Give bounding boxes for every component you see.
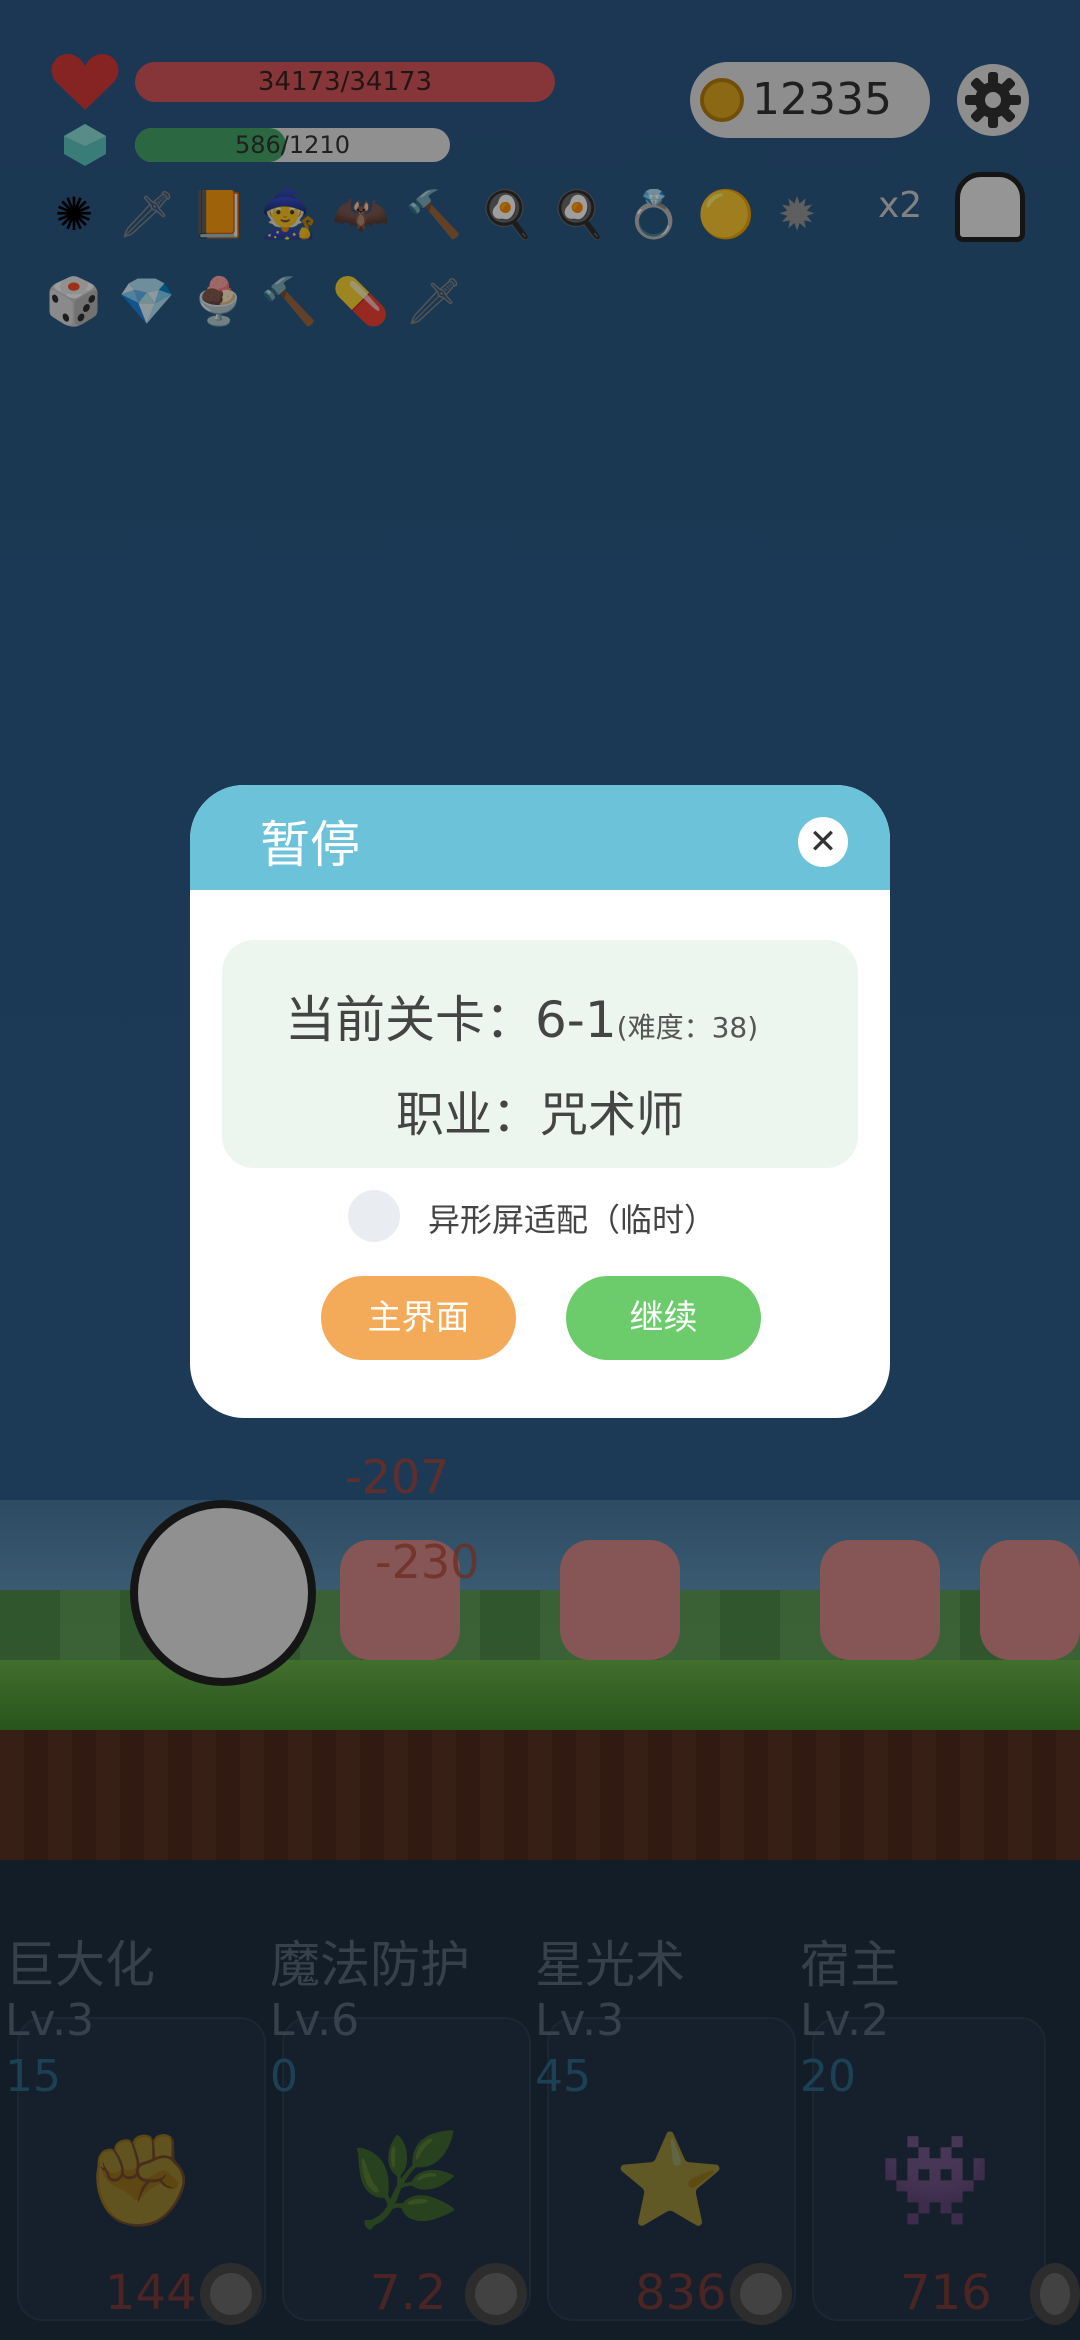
class-label: 职业：咒术师: [395, 1087, 684, 1143]
difficulty-label: (难度：38): [616, 1011, 759, 1044]
pause-dialog: 暂停 ✕ 当前关卡：6-1(难度：38) 职业：咒术师 异形屏适配（临时） 主界…: [190, 785, 890, 1418]
stage-label: 当前关卡：6-1: [285, 991, 617, 1049]
close-icon[interactable]: ✕: [798, 817, 848, 867]
main-menu-button[interactable]: 主界面: [321, 1276, 516, 1360]
notch-adapt-label: 异形屏适配（临时）: [428, 1201, 717, 1239]
continue-button[interactable]: 继续: [566, 1276, 761, 1360]
notch-adapt-radio[interactable]: [348, 1190, 400, 1242]
current-stage: 当前关卡：6-1(难度：38): [285, 980, 758, 1052]
dialog-title: 暂停: [260, 816, 360, 874]
